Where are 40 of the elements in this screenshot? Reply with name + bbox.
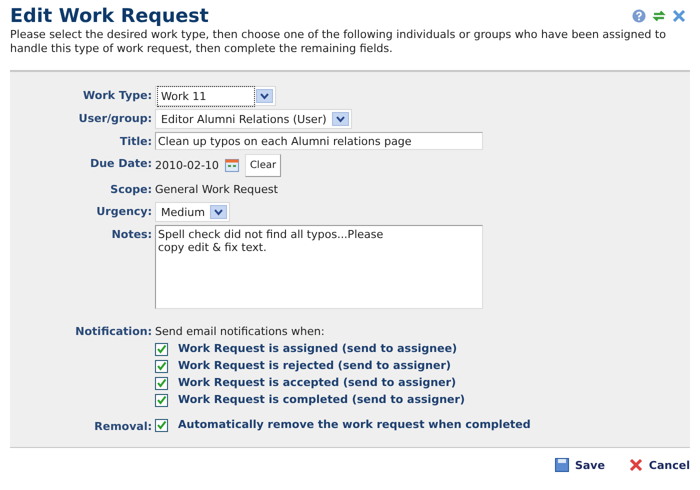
calendar-icon[interactable]	[224, 159, 239, 172]
field-label: Removal:	[93, 419, 152, 435]
page-title: Edit Work Request	[10, 4, 209, 28]
field-label: Notification:	[74, 324, 152, 340]
checkbox-label: Work Request is completed (send to assigner)	[178, 392, 465, 408]
checkbox[interactable]	[155, 376, 168, 390]
scope-value: General Work Request	[155, 182, 278, 198]
dropdown[interactable]: Work 11	[155, 86, 276, 106]
title-field[interactable]: Clean up typos on each Alumni relations page	[155, 132, 483, 150]
save-button[interactable]: Save	[554, 458, 605, 472]
field-label: User/group:	[78, 111, 152, 127]
field-label: Due Date:	[89, 156, 152, 172]
checkbox-label: Automatically remove the work request when completed	[178, 417, 531, 433]
dropdown[interactable]: Editor Alumni Relations (User)	[155, 109, 352, 129]
caret-icon	[332, 112, 349, 126]
close-icon[interactable]	[672, 9, 686, 23]
field-label: Urgency:	[95, 204, 152, 220]
checkbox-label: Work Request is rejected (send to assigner)	[178, 358, 451, 374]
help-icon[interactable]	[632, 9, 646, 23]
caret-icon	[210, 205, 227, 219]
checkbox-label: Work Request is accepted (send to assigner)	[178, 375, 456, 391]
checkbox[interactable]	[155, 342, 168, 356]
notes-field[interactable]: Spell check did not find all typos...Please copy edit & fix text.	[155, 225, 483, 309]
caret-icon	[256, 89, 273, 103]
checkbox[interactable]	[155, 394, 168, 406]
checkbox-label: Work Request is assigned (send to assignee)	[178, 341, 458, 357]
date-value: 2010-02-10	[155, 158, 219, 174]
close-icon	[628, 458, 643, 472]
notification-intro: Send email notifications when:	[155, 324, 325, 340]
checkbox[interactable]	[155, 418, 168, 432]
dropdown[interactable]: Medium	[155, 202, 230, 222]
field-label: Scope:	[109, 182, 152, 198]
cancel-button[interactable]: Cancel	[628, 458, 690, 472]
field-label: Notes:	[110, 227, 152, 243]
field-label: Work Type:	[82, 88, 152, 104]
field-label: Title:	[118, 134, 152, 150]
checkbox[interactable]	[155, 360, 168, 372]
clear-button[interactable]: Clear	[244, 154, 282, 177]
refresh-icon[interactable]	[652, 9, 666, 23]
instructions: Please select the desired work type, then choose one of the following individuals or groups who have been assigned to handle this type of work request, then complete the remaining fields.	[10, 28, 667, 56]
